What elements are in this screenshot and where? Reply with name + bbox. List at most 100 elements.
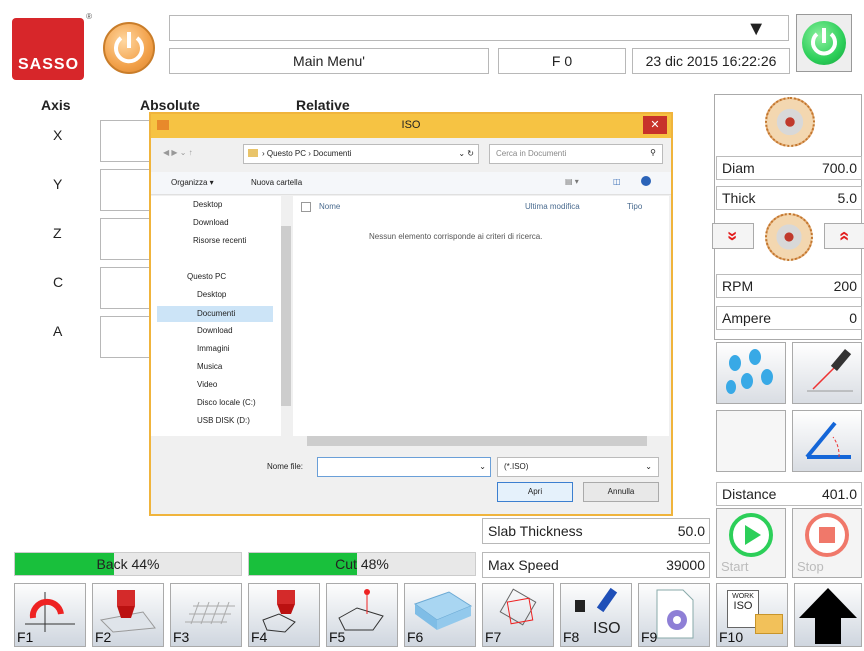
max-speed-row: Max Speed 39000 xyxy=(482,552,710,578)
filetype-dropdown-icon: ⌄ xyxy=(645,462,652,471)
f5-button[interactable]: F5 xyxy=(326,583,398,647)
axis-c-label: C xyxy=(53,274,64,290)
nav-item-recent[interactable]: Risorse recenti xyxy=(193,236,246,245)
f4-label: F4 xyxy=(251,629,268,645)
axis-x-label: X xyxy=(53,127,63,143)
nav-scrollbar[interactable] xyxy=(281,196,291,436)
nav-item-pc-download[interactable]: Download xyxy=(197,326,233,335)
axis-y-absolute-field xyxy=(100,169,152,211)
stop-icon xyxy=(805,513,849,557)
home-up-button[interactable] xyxy=(794,583,862,647)
blank-button[interactable] xyxy=(716,410,786,472)
max-speed-value: 39000 xyxy=(666,557,705,573)
nav-item-images[interactable]: Immagini xyxy=(197,344,229,353)
f6-button[interactable]: F6 xyxy=(404,583,476,647)
organize-button[interactable]: Organizza ▾ xyxy=(171,178,214,187)
cut-progress-text: Cut 48% xyxy=(335,556,389,572)
address-bar[interactable]: › Questo PC › Documenti ⌄ ↻ xyxy=(243,144,479,164)
f10-button[interactable]: WORK ISO F10 xyxy=(716,583,788,647)
chevron-down-icon[interactable]: ▼ xyxy=(746,18,766,41)
f1-button[interactable]: F1 xyxy=(14,583,86,647)
polygon-icon xyxy=(338,589,384,631)
horizontal-scrollbar[interactable] xyxy=(293,436,669,446)
rpm-row: RPM 200 xyxy=(716,274,862,298)
open-button[interactable]: Apri xyxy=(497,482,573,502)
select-all-checkbox[interactable] xyxy=(301,202,311,212)
arrow-up-icon xyxy=(799,588,857,644)
nav-item-video[interactable]: Video xyxy=(197,380,217,389)
stop-label: Stop xyxy=(797,559,824,574)
nav-item-desktop[interactable]: Desktop xyxy=(193,200,222,209)
new-folder-button[interactable]: Nuova cartella xyxy=(251,178,302,187)
water-button[interactable] xyxy=(716,342,786,404)
cutting-head-icon xyxy=(99,590,156,633)
filename-input[interactable]: ⌄ xyxy=(317,457,491,477)
stop-button[interactable]: Stop xyxy=(792,508,862,578)
command-dropdown[interactable]: ▼ xyxy=(169,15,789,41)
f2-button[interactable]: F2 xyxy=(92,583,164,647)
f9-button[interactable]: F9 xyxy=(638,583,710,647)
f7-label: F7 xyxy=(485,629,502,645)
nav-item-this-pc[interactable]: Questo PC xyxy=(187,272,226,281)
help-icon[interactable] xyxy=(641,176,651,186)
nav-buttons[interactable]: ◀ ▶ ⌄ ↑ xyxy=(163,148,193,157)
folder-small-icon xyxy=(248,149,258,157)
nav-item-documents[interactable]: Documenti xyxy=(157,306,273,322)
breadcrumb: › Questo PC › Documenti xyxy=(262,149,352,158)
dialog-close-button[interactable]: ✕ xyxy=(643,116,667,134)
preview-pane-icon[interactable]: ◫ xyxy=(613,177,621,186)
play-icon xyxy=(729,513,773,557)
nav-item-download[interactable]: Download xyxy=(193,218,229,227)
f8-button[interactable]: ISO F8 xyxy=(560,583,632,647)
ampere-value: 0 xyxy=(849,310,857,326)
start-button[interactable]: Start xyxy=(716,508,786,578)
filetype-select[interactable]: (*.ISO) ⌄ xyxy=(497,457,659,477)
rpm-down-button[interactable]: » xyxy=(712,223,754,249)
distance-label: Distance xyxy=(722,486,777,502)
axis-x-absolute-field xyxy=(100,120,152,162)
col-modified[interactable]: Ultima modifica xyxy=(525,202,580,211)
search-box[interactable]: Cerca in Documenti ⚲ xyxy=(489,144,663,164)
col-type[interactable]: Tipo xyxy=(627,202,642,211)
nav-item-pc-desktop[interactable]: Desktop xyxy=(197,290,226,299)
axis-header: Axis xyxy=(41,97,71,113)
relative-header: Relative xyxy=(296,97,350,113)
thick-value: 5.0 xyxy=(837,190,857,206)
laser-button[interactable] xyxy=(792,342,862,404)
water-drops-icon xyxy=(726,349,773,394)
folder-icon xyxy=(755,614,783,634)
rpm-value: 200 xyxy=(833,278,857,294)
angle-button[interactable] xyxy=(792,410,862,472)
filename-label: Nome file: xyxy=(267,462,304,471)
f3-button[interactable]: F3 xyxy=(170,583,242,647)
nav-item-disk-c[interactable]: Disco locale (C:) xyxy=(197,398,256,407)
power-button[interactable] xyxy=(796,14,852,72)
f1-label: F1 xyxy=(17,629,34,645)
shape-cut-icon xyxy=(262,590,296,633)
refresh-icon[interactable]: ⌄ ↻ xyxy=(458,149,474,158)
cancel-button[interactable]: Annulla xyxy=(583,482,659,502)
rotate-shape-icon xyxy=(499,588,537,626)
laser-pen-icon xyxy=(807,349,853,392)
f7-button[interactable]: F7 xyxy=(482,583,554,647)
thick-row: Thick 5.0 xyxy=(716,186,862,210)
power-green-icon xyxy=(802,21,846,65)
cut-progress: Cut 48% xyxy=(248,552,476,576)
col-name[interactable]: Nome xyxy=(319,202,340,211)
view-options-icon[interactable]: ▤ ▾ xyxy=(565,177,579,186)
blade-top-icon[interactable] xyxy=(765,97,815,147)
f4-button[interactable]: F4 xyxy=(248,583,320,647)
rpm-up-button[interactable]: « xyxy=(824,223,864,249)
nav-item-usb-d[interactable]: USB DISK (D:) xyxy=(197,416,250,425)
diam-value: 700.0 xyxy=(821,160,857,176)
ampere-label: Ampere xyxy=(722,310,772,326)
f9-label: F9 xyxy=(641,629,658,645)
axis-a-label: A xyxy=(53,323,63,339)
slab-thickness-row: Slab Thickness 50.0 xyxy=(482,518,710,544)
f8-iso-text: ISO xyxy=(593,620,621,637)
start-label: Start xyxy=(721,559,749,574)
f10-iso-text: ISO xyxy=(733,600,753,612)
power-orange-icon[interactable] xyxy=(103,22,155,74)
filename-dropdown-icon[interactable]: ⌄ xyxy=(479,462,486,471)
nav-item-music[interactable]: Musica xyxy=(197,362,222,371)
